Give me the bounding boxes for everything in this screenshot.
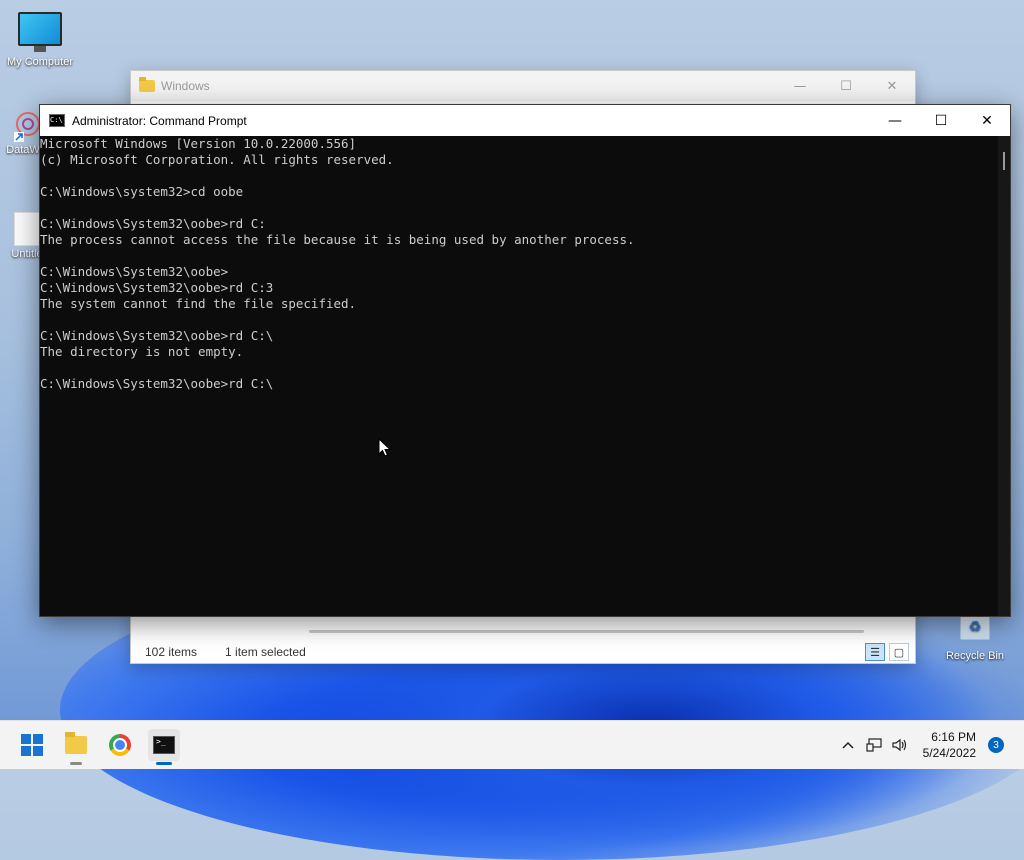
cmd-title: Administrator: Command Prompt — [72, 113, 247, 128]
clock-time: 6:16 PM — [931, 730, 976, 744]
console-line: C:\Windows\System32\oobe>rd C:\ — [40, 376, 274, 391]
console-line: The process cannot access the file becau… — [40, 232, 635, 247]
horizontal-scrollbar[interactable] — [309, 630, 864, 633]
desktop-icon-recycle-bin[interactable]: ♻ Recycle Bin — [935, 612, 1015, 662]
tiles-view-icon[interactable]: ▢ — [889, 643, 909, 661]
start-button[interactable] — [16, 729, 48, 761]
taskbar: >_ 6:16 PM 5/24/2022 3 — [0, 720, 1024, 769]
monitor-icon — [18, 12, 62, 52]
clock[interactable]: 6:16 PM 5/24/2022 — [923, 729, 976, 761]
chrome-icon — [109, 734, 131, 756]
close-button[interactable]: ✕ — [869, 71, 915, 101]
minimize-button[interactable]: — — [872, 105, 918, 136]
clock-date: 5/24/2022 — [922, 746, 976, 760]
document-icon — [14, 212, 42, 246]
console-line: Microsoft Windows [Version 10.0.22000.55… — [40, 136, 357, 151]
minimize-button[interactable]: — — [777, 71, 823, 101]
maximize-button[interactable]: ☐ — [823, 71, 869, 101]
windows-logo-icon — [21, 734, 43, 756]
taskbar-command-prompt[interactable]: >_ — [148, 729, 180, 765]
console-line: C:\Windows\System32\oobe>rd C:\ — [40, 328, 274, 343]
desktop-icon-label: My Computer — [6, 56, 74, 68]
folder-icon — [65, 732, 87, 754]
chevron-up-icon[interactable] — [837, 741, 859, 749]
cmd-app-icon: C:\ — [49, 114, 65, 127]
active-indicator — [156, 762, 172, 765]
taskbar-file-explorer[interactable] — [60, 729, 92, 765]
console-line: C:\Windows\System32\oobe>rd C:3 — [40, 280, 274, 295]
close-button[interactable]: ✕ — [964, 105, 1010, 136]
console-line: C:\Windows\System32\oobe>rd C: — [40, 216, 266, 231]
item-count: 102 items — [145, 645, 198, 659]
taskbar-chrome[interactable] — [104, 729, 136, 761]
maximize-button[interactable]: ☐ — [918, 105, 964, 136]
vertical-scrollbar[interactable] — [998, 136, 1010, 616]
system-tray: 6:16 PM 5/24/2022 3 — [837, 721, 1024, 769]
console-output[interactable]: Microsoft Windows [Version 10.0.22000.55… — [40, 136, 998, 616]
desktop-icon-label: Recycle Bin — [945, 650, 1005, 662]
desktop-icon-my-computer[interactable]: My Computer — [0, 12, 80, 68]
console-line: The system cannot find the file specifie… — [40, 296, 357, 311]
selection-count: 1 item selected — [225, 645, 306, 659]
terminal-icon: >_ — [153, 736, 175, 754]
console-line: The directory is not empty. — [40, 344, 244, 359]
console-line: (c) Microsoft Corporation. All rights re… — [40, 152, 394, 167]
cmd-window[interactable]: C:\ Administrator: Command Prompt — ☐ ✕ … — [39, 104, 1011, 617]
cmd-title-bar[interactable]: C:\ Administrator: Command Prompt — ☐ ✕ — [40, 105, 1010, 136]
folder-icon — [139, 77, 155, 92]
scrollbar-thumb[interactable] — [1003, 152, 1005, 170]
console-line: C:\Windows\system32>cd oobe — [40, 184, 244, 199]
notification-badge[interactable]: 3 — [988, 737, 1004, 753]
explorer-title: Windows — [161, 79, 210, 93]
explorer-status-bar: 102 items 1 item selected ☰ ▢ — [131, 641, 915, 663]
volume-icon[interactable] — [889, 738, 911, 752]
running-indicator — [70, 762, 82, 765]
console-line: C:\Windows\System32\oobe> — [40, 264, 229, 279]
network-icon[interactable] — [863, 738, 885, 752]
details-view-icon[interactable]: ☰ — [865, 643, 885, 661]
